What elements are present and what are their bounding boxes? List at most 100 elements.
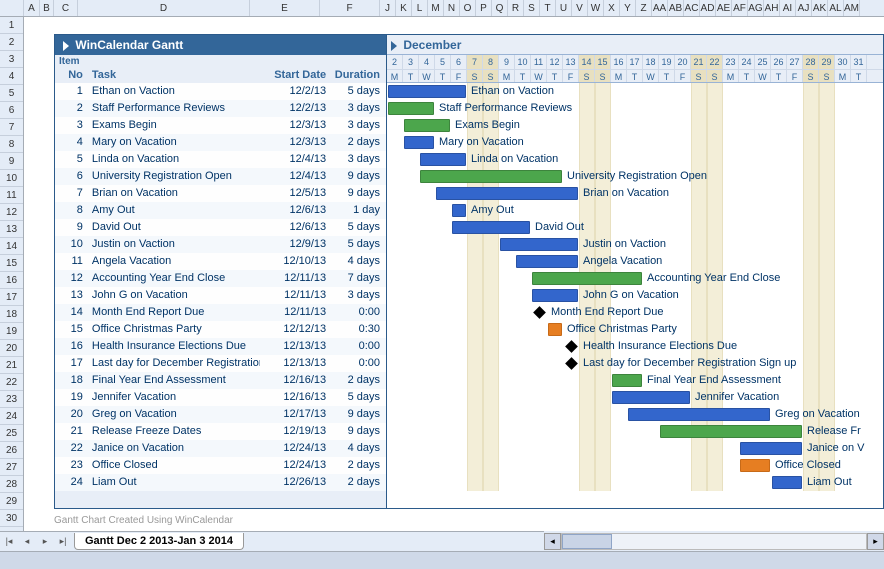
column-header-cell[interactable]: AB (668, 0, 684, 16)
row-header-cell[interactable]: 23 (0, 391, 23, 408)
column-header-cell[interactable]: AL (828, 0, 844, 16)
task-row[interactable]: 18Final Year End Assessment12/16/132 day… (55, 372, 883, 389)
row-headers[interactable]: 1234567891011121314151617181920212223242… (0, 17, 24, 531)
gantt-bar[interactable] (740, 459, 770, 472)
scroll-thumb[interactable] (562, 534, 612, 549)
column-header-cell[interactable]: AE (716, 0, 732, 16)
row-header-cell[interactable]: 7 (0, 119, 23, 136)
column-header-cell[interactable]: V (572, 0, 588, 16)
task-row[interactable]: 11Angela Vacation12/10/134 daysAngela Va… (55, 253, 883, 270)
gantt-bar[interactable] (532, 272, 642, 285)
column-header-cell[interactable]: N (444, 0, 460, 16)
column-header-cell[interactable]: AD (700, 0, 716, 16)
task-row[interactable]: 13John G on Vacation12/11/133 daysJohn G… (55, 287, 883, 304)
task-row[interactable]: 15Office Christmas Party12/12/130:30Offi… (55, 321, 883, 338)
task-row[interactable]: 4Mary on Vacation12/3/132 daysMary on Va… (55, 134, 883, 151)
gantt-bar[interactable] (452, 221, 530, 234)
row-header-cell[interactable]: 21 (0, 357, 23, 374)
scroll-track[interactable] (561, 533, 867, 550)
column-header-cell[interactable]: AG (748, 0, 764, 16)
column-header-cell[interactable]: P (476, 0, 492, 16)
scroll-left-icon[interactable]: ◂ (544, 533, 561, 550)
row-header-cell[interactable]: 20 (0, 340, 23, 357)
tab-nav-next[interactable]: ▸ (36, 533, 54, 551)
row-header-cell[interactable]: 13 (0, 221, 23, 238)
column-header-cell[interactable]: X (604, 0, 620, 16)
row-header-cell[interactable]: 22 (0, 374, 23, 391)
column-header-cell[interactable]: AF (732, 0, 748, 16)
gantt-bar[interactable] (500, 238, 578, 251)
gantt-bar[interactable] (516, 255, 578, 268)
row-header-cell[interactable]: 2 (0, 34, 23, 51)
tab-nav-first[interactable]: |◂ (0, 533, 18, 551)
gantt-bar[interactable] (420, 153, 466, 166)
column-header-cell[interactable]: W (588, 0, 604, 16)
task-row[interactable]: 1Ethan on Vaction12/2/135 daysEthan on V… (55, 83, 883, 100)
gantt-bar[interactable] (404, 119, 450, 132)
column-header-cell[interactable]: AJ (796, 0, 812, 16)
row-header-cell[interactable]: 6 (0, 102, 23, 119)
row-header-cell[interactable]: 17 (0, 289, 23, 306)
column-header-cell[interactable]: O (460, 0, 476, 16)
column-header-cell[interactable]: A (24, 0, 40, 16)
column-header-cell[interactable]: L (412, 0, 428, 16)
task-row[interactable]: 21Release Freeze Dates12/19/139 daysRele… (55, 423, 883, 440)
gantt-bar[interactable] (532, 289, 578, 302)
gantt-bar[interactable] (772, 476, 802, 489)
row-header-cell[interactable]: 1 (0, 17, 23, 34)
gantt-bar[interactable] (740, 442, 802, 455)
gantt-bar[interactable] (548, 323, 562, 336)
row-header-cell[interactable]: 11 (0, 187, 23, 204)
tab-nav-prev[interactable]: ◂ (18, 533, 36, 551)
tab-nav-last[interactable]: ▸| (54, 533, 72, 551)
task-row[interactable]: 20Greg on Vacation12/17/139 daysGreg on … (55, 406, 883, 423)
row-header-cell[interactable]: 16 (0, 272, 23, 289)
row-header-cell[interactable]: 18 (0, 306, 23, 323)
gantt-bar[interactable] (420, 170, 562, 183)
column-header-cell[interactable]: AA (652, 0, 668, 16)
row-header-cell[interactable]: 14 (0, 238, 23, 255)
task-row[interactable]: 3Exams Begin12/3/133 daysExams Begin (55, 117, 883, 134)
column-header-cell[interactable]: AK (812, 0, 828, 16)
row-header-cell[interactable]: 12 (0, 204, 23, 221)
gantt-bar[interactable] (388, 102, 434, 115)
scroll-right-icon[interactable]: ▸ (867, 533, 884, 550)
task-row[interactable]: 22Janice on Vacation12/24/134 daysJanice… (55, 440, 883, 457)
column-header-cell[interactable]: M (428, 0, 444, 16)
task-row[interactable]: 7Brian on Vacation12/5/139 daysBrian on … (55, 185, 883, 202)
gantt-bar[interactable] (612, 391, 690, 404)
column-header-cell[interactable]: T (540, 0, 556, 16)
row-header-cell[interactable]: 9 (0, 153, 23, 170)
column-header-cell[interactable]: Y (620, 0, 636, 16)
column-header-cell[interactable]: F (320, 0, 380, 16)
task-row[interactable]: 17Last day for December Registration12/1… (55, 355, 883, 372)
column-header-cell[interactable]: AI (780, 0, 796, 16)
row-header-cell[interactable]: 25 (0, 425, 23, 442)
row-header-cell[interactable]: 24 (0, 408, 23, 425)
sheet-tab-active[interactable]: Gantt Dec 2 2013-Jan 3 2014 (74, 533, 244, 550)
horizontal-scrollbar[interactable]: ◂ ▸ (544, 531, 884, 551)
column-header-cell[interactable]: AM (844, 0, 860, 16)
task-row[interactable]: 10Justin on Vaction12/9/135 daysJustin o… (55, 236, 883, 253)
column-header-cell[interactable]: D (78, 0, 250, 16)
column-header-cell[interactable]: R (508, 0, 524, 16)
row-header-cell[interactable]: 26 (0, 442, 23, 459)
column-header-cell[interactable]: S (524, 0, 540, 16)
gantt-bar[interactable] (612, 374, 642, 387)
gantt-bar[interactable] (388, 85, 466, 98)
column-header-cell[interactable]: U (556, 0, 572, 16)
column-header-cell[interactable]: Q (492, 0, 508, 16)
gantt-bar[interactable] (628, 408, 770, 421)
row-header-cell[interactable]: 29 (0, 493, 23, 510)
task-row[interactable]: 9David Out12/6/135 daysDavid Out (55, 219, 883, 236)
row-header-cell[interactable]: 4 (0, 68, 23, 85)
row-header-cell[interactable]: 19 (0, 323, 23, 340)
task-row[interactable]: 23Office Closed12/24/132 daysOffice Clos… (55, 457, 883, 474)
column-header-cell[interactable]: E (250, 0, 320, 16)
column-header-cell[interactable]: AH (764, 0, 780, 16)
row-header-cell[interactable]: 30 (0, 510, 23, 527)
task-row[interactable]: 14Month End Report Due12/11/130:00Month … (55, 304, 883, 321)
column-headers[interactable]: ABCDEFJKLMNOPQRSTUVWXYZAAABACADAEAFAGAHA… (0, 0, 884, 17)
row-header-cell[interactable]: 5 (0, 85, 23, 102)
column-header-cell[interactable]: J (380, 0, 396, 16)
